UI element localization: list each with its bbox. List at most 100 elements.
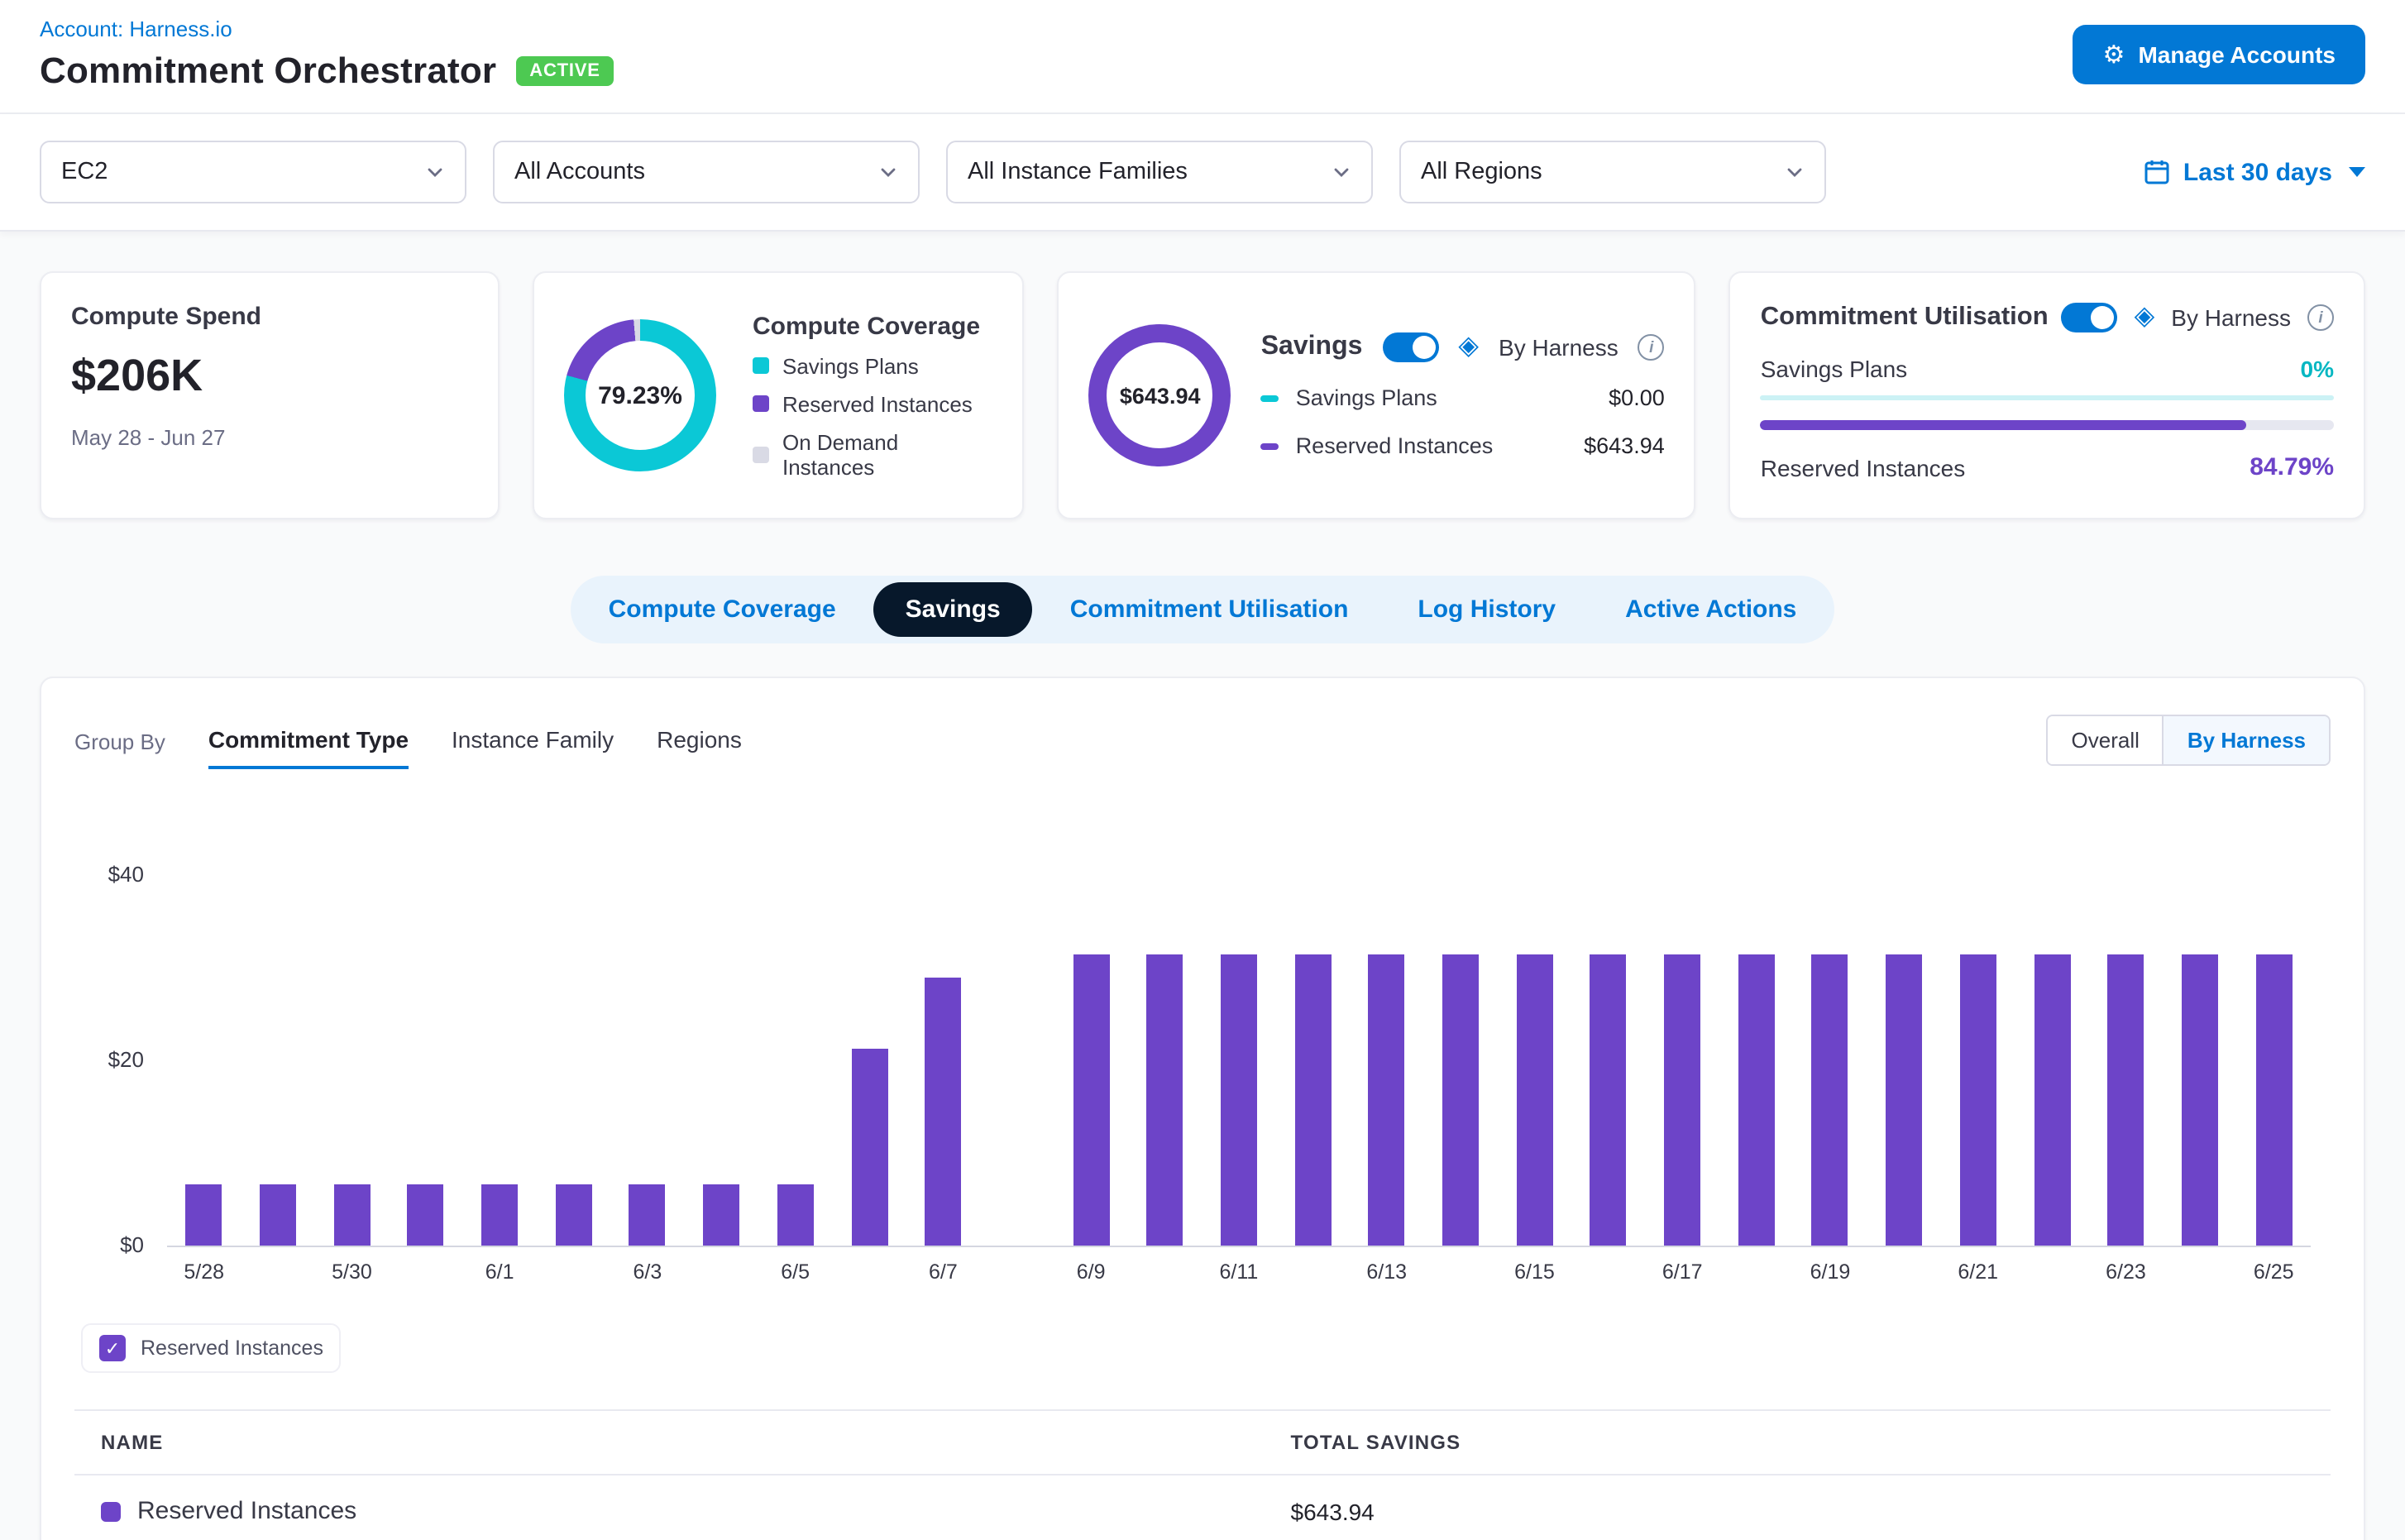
view-overall-button[interactable]: Overall <box>2049 716 2163 764</box>
bar-6/12[interactable] <box>1294 954 1331 1246</box>
bar-6/23[interactable] <box>2107 954 2144 1246</box>
tab-log-history[interactable]: Log History <box>1386 582 1587 637</box>
reserved-instances-swatch <box>101 1501 121 1521</box>
row-total-savings: $643.94 <box>1291 1498 2304 1524</box>
info-icon[interactable]: i <box>2307 304 2334 331</box>
account-breadcrumb-link[interactable]: Account: Harness.io <box>40 17 614 41</box>
bar-6/2[interactable] <box>556 1184 592 1246</box>
bar-5/30[interactable] <box>333 1184 370 1246</box>
bar-6/16[interactable] <box>1590 954 1627 1246</box>
savings-plans-progress-bar <box>1761 395 2334 400</box>
legend-item-reserved-instances: Reserved Instances <box>753 391 993 416</box>
table-header: NAME TOTAL SAVINGS <box>74 1409 2331 1475</box>
bar-6/25[interactable] <box>2255 954 2292 1246</box>
group-tab-regions[interactable]: Regions <box>657 726 742 769</box>
date-range-picker[interactable]: Last 30 days <box>2144 158 2365 186</box>
row-value: $643.94 <box>1584 433 1665 458</box>
savings-donut-value: $643.94 <box>1089 324 1231 466</box>
bar-6/13[interactable] <box>1369 954 1405 1246</box>
tab-savings[interactable]: Savings <box>874 582 1032 637</box>
instance-families-filter-select[interactable]: All Instance Families <box>946 141 1373 203</box>
regions-filter-value: All Regions <box>1421 159 1542 185</box>
bar-slot <box>685 829 758 1246</box>
x-tick-label <box>1867 1260 1941 1284</box>
x-tick-label <box>1128 1260 1202 1284</box>
accounts-filter-select[interactable]: All Accounts <box>493 141 920 203</box>
bar-6/1[interactable] <box>481 1184 518 1246</box>
bar-5/29[interactable] <box>260 1184 296 1246</box>
savings-by-harness-toggle[interactable] <box>1382 332 1438 362</box>
bar-5/31[interactable] <box>408 1184 444 1246</box>
y-tick-label: $0 <box>120 1234 144 1257</box>
bar-6/10[interactable] <box>1147 954 1183 1246</box>
bar-6/11[interactable] <box>1221 954 1257 1246</box>
bar-slot <box>1867 829 1941 1246</box>
x-tick-label <box>685 1260 758 1284</box>
x-tick-label: 6/19 <box>1793 1260 1867 1284</box>
filter-bar: EC2 All Accounts All Instance Families A… <box>0 114 2405 232</box>
bar-5/28[interactable] <box>186 1184 222 1246</box>
row-label: Savings Plans <box>1761 356 1907 382</box>
savings-title: Savings <box>1261 332 1363 362</box>
chevron-down-icon <box>878 162 898 182</box>
bar-slot <box>832 829 906 1246</box>
row-value: $0.00 <box>1609 385 1665 410</box>
main-tabs: Compute Coverage Savings Commitment Util… <box>0 576 2405 643</box>
bar-6/5[interactable] <box>777 1184 814 1246</box>
table-row[interactable]: Reserved Instances $643.94 <box>74 1475 2331 1540</box>
progress-fill <box>1761 420 2247 430</box>
commitment-utilisation-card: Commitment Utilisation ◈ By Harness i Sa… <box>1729 271 2365 519</box>
toggle-knob <box>2092 306 2115 329</box>
manage-accounts-button[interactable]: ⚙ Manage Accounts <box>2073 25 2365 84</box>
bar-6/4[interactable] <box>703 1184 739 1246</box>
service-filter-select[interactable]: EC2 <box>40 141 466 203</box>
utilisation-by-harness-toggle[interactable] <box>2062 303 2118 332</box>
utilisation-row-reserved-instances: Reserved Instances 84.79% <box>1761 453 2334 481</box>
x-tick-label: 6/5 <box>758 1260 832 1284</box>
group-by-label: Group By <box>74 729 165 769</box>
caret-down-icon <box>2349 167 2365 177</box>
page-title: Commitment Orchestrator <box>40 50 496 93</box>
legend-checkbox[interactable]: ✓ <box>99 1335 126 1361</box>
on-demand-swatch <box>753 446 769 462</box>
bar-6/7[interactable] <box>925 977 961 1246</box>
bar-6/15[interactable] <box>1516 954 1552 1246</box>
compute-spend-period: May 28 - Jun 27 <box>71 425 468 450</box>
column-total-savings: TOTAL SAVINGS <box>1291 1431 2304 1454</box>
x-tick-label <box>2163 1260 2236 1284</box>
accounts-filter-value: All Accounts <box>514 159 645 185</box>
bar-6/21[interactable] <box>1960 954 1996 1246</box>
header: Account: Harness.io Commitment Orchestra… <box>0 0 2405 114</box>
savings-plans-utilisation-value: 0% <box>2301 356 2334 382</box>
bar-slot <box>167 829 241 1246</box>
bar-slot <box>610 829 684 1246</box>
harness-logo-icon: ◈ <box>2135 304 2155 331</box>
coverage-legend: Compute Coverage Savings Plans Reserved … <box>753 312 993 479</box>
bar-6/14[interactable] <box>1442 954 1479 1246</box>
bar-6/17[interactable] <box>1664 954 1700 1246</box>
reserved-instances-progress-bar <box>1761 420 2334 430</box>
plot-area <box>167 829 2311 1247</box>
bar-6/22[interactable] <box>2034 954 2070 1246</box>
view-toggle: Overall By Harness <box>2047 715 2331 766</box>
bar-slot <box>1202 829 1275 1246</box>
info-icon[interactable]: i <box>1638 334 1665 361</box>
group-tab-instance-family[interactable]: Instance Family <box>452 726 614 769</box>
bar-6/6[interactable] <box>851 1048 887 1246</box>
tab-active-actions[interactable]: Active Actions <box>1594 582 1828 637</box>
bar-6/19[interactable] <box>1812 954 1848 1246</box>
bar-6/20[interactable] <box>1886 954 1922 1246</box>
view-by-harness-button[interactable]: By Harness <box>2163 716 2329 764</box>
bar-6/9[interactable] <box>1073 954 1109 1246</box>
bar-6/18[interactable] <box>1738 954 1775 1246</box>
bar-6/3[interactable] <box>629 1184 666 1246</box>
bar-slot <box>241 829 314 1246</box>
legend-series-label: Reserved Instances <box>141 1337 323 1360</box>
tab-commitment-utilisation[interactable]: Commitment Utilisation <box>1039 582 1380 637</box>
group-tab-commitment-type[interactable]: Commitment Type <box>208 726 409 769</box>
x-tick-label: 5/28 <box>167 1260 241 1284</box>
bar-6/24[interactable] <box>2182 954 2218 1246</box>
bar-slot <box>1646 829 1719 1246</box>
tab-compute-coverage[interactable]: Compute Coverage <box>577 582 868 637</box>
regions-filter-select[interactable]: All Regions <box>1399 141 1826 203</box>
